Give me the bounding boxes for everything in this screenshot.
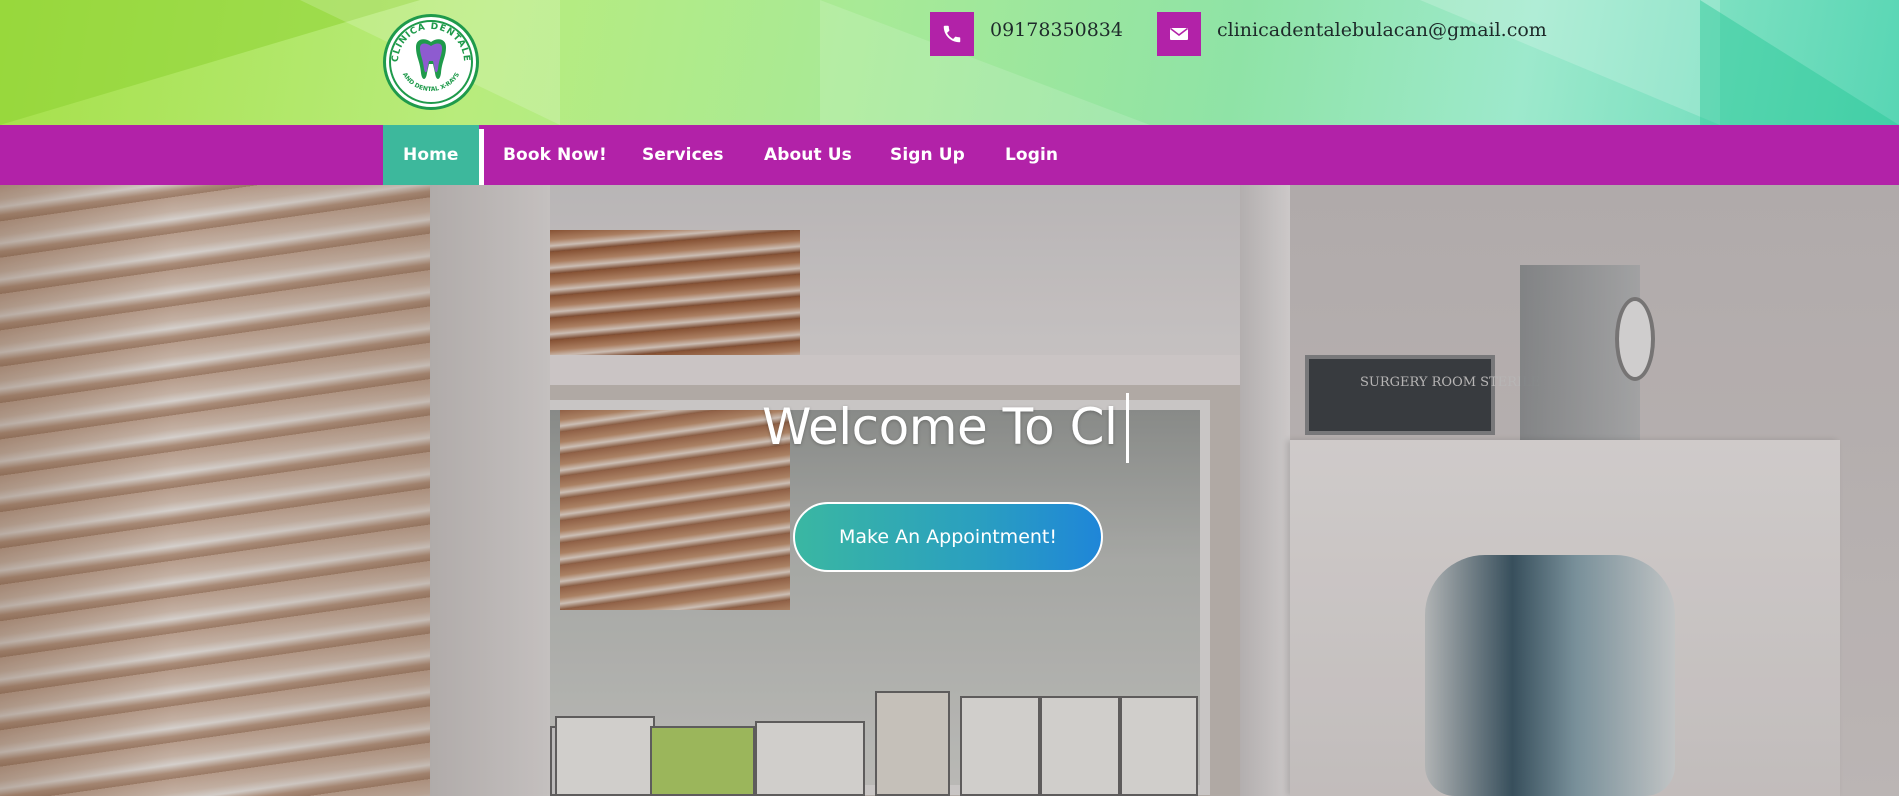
main-nav: Home Book Now! Services About Us Sign Up… (0, 125, 1899, 185)
typing-cursor (1126, 393, 1129, 463)
nav-home[interactable]: Home (383, 125, 479, 185)
header-decoration (1700, 0, 1899, 125)
nav-about-us[interactable]: About Us (764, 125, 852, 185)
nav-login[interactable]: Login (1005, 125, 1058, 185)
make-appointment-button[interactable]: Make An Appointment! (793, 502, 1103, 572)
nav-sign-up[interactable]: Sign Up (890, 125, 965, 185)
hero-title: Welcome To Cl (762, 398, 1118, 456)
email-address[interactable]: clinicadentalebulacan@gmail.com (1217, 19, 1547, 41)
phone-number[interactable]: 09178350834 (990, 19, 1123, 41)
clinic-logo[interactable]: CLINICA DENTALE AND DENTAL X-RAYS (383, 14, 479, 110)
nav-services[interactable]: Services (642, 125, 724, 185)
tooth-logo-icon: CLINICA DENTALE AND DENTAL X-RAYS (389, 20, 473, 104)
svg-text:AND DENTAL X-RAYS: AND DENTAL X-RAYS (401, 71, 461, 93)
top-header: CLINICA DENTALE AND DENTAL X-RAYS 091783… (0, 0, 1899, 125)
envelope-icon (1157, 12, 1201, 56)
phone-contact[interactable]: 09178350834 (930, 12, 1123, 56)
nav-book-now[interactable]: Book Now! (503, 125, 607, 185)
hero-banner: SURGERY ROOM STERILE (0, 185, 1899, 796)
phone-icon (930, 12, 974, 56)
email-contact[interactable]: clinicadentalebulacan@gmail.com (1157, 12, 1547, 56)
